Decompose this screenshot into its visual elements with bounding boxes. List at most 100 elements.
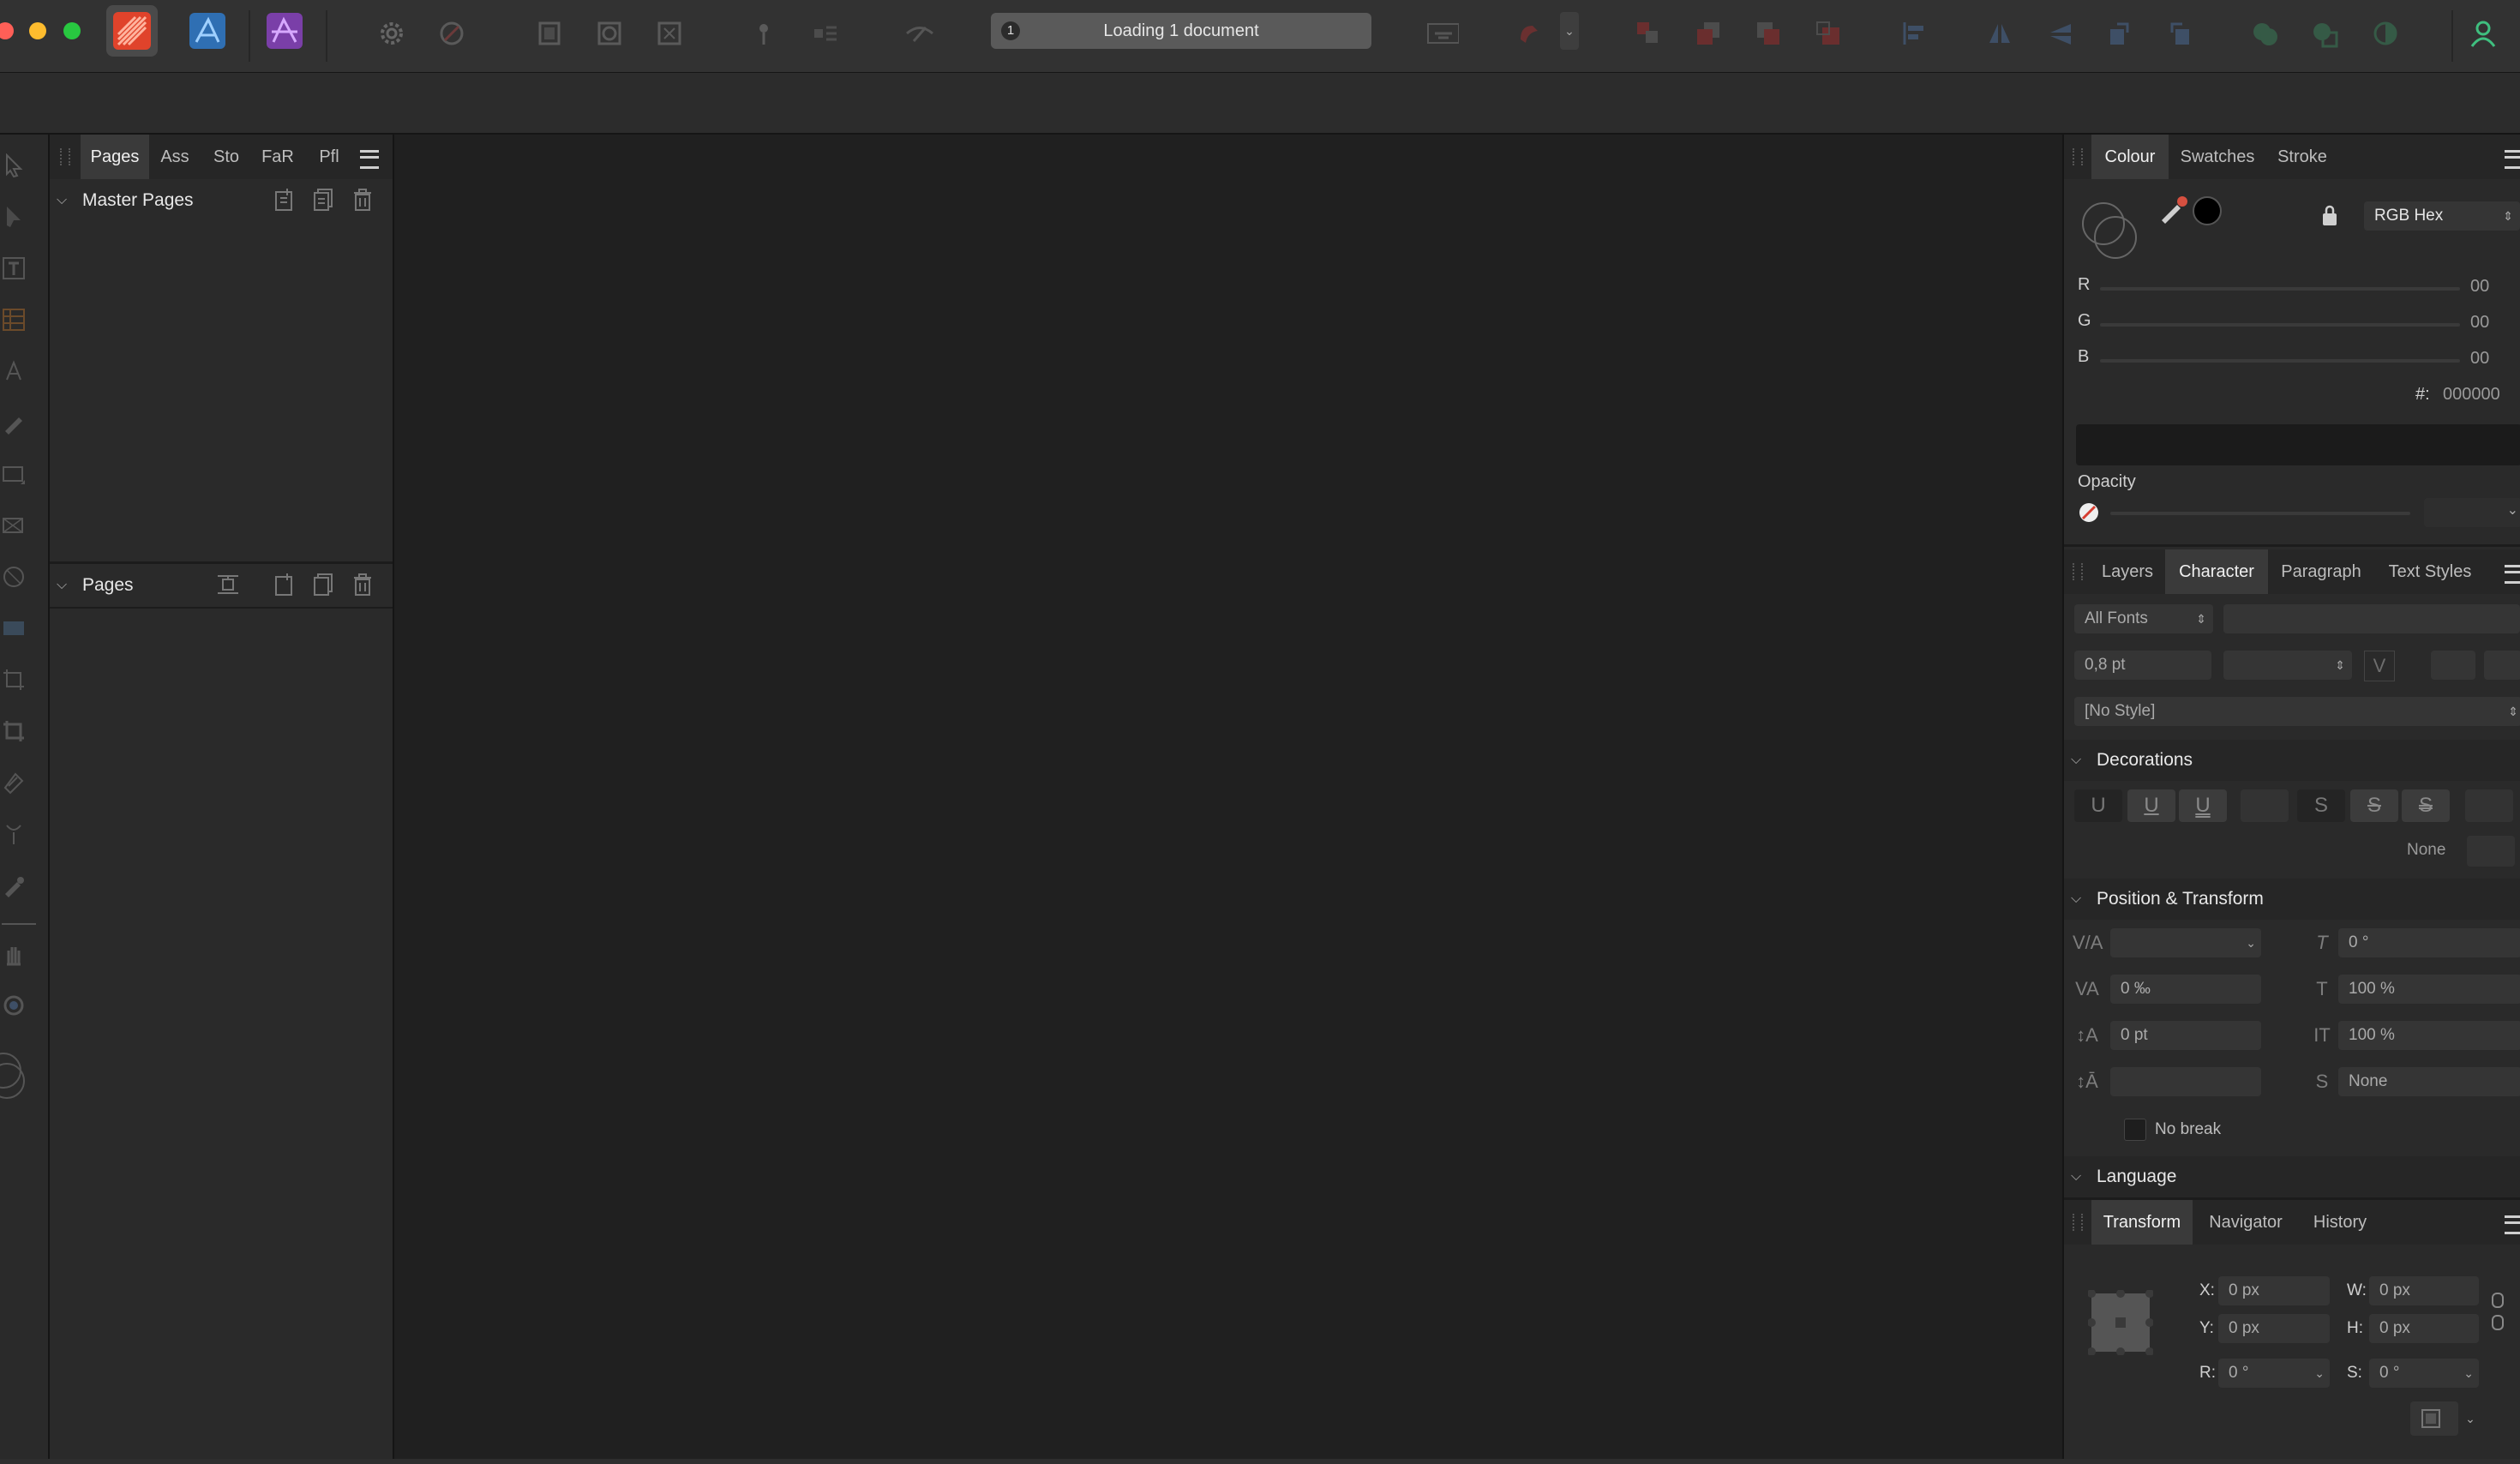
- g-channel-value[interactable]: 00: [2470, 313, 2489, 333]
- tab-transform[interactable]: Transform: [2091, 1200, 2193, 1245]
- no-fill-icon[interactable]: [2078, 501, 2100, 524]
- panel-menu-icon[interactable]: [2505, 150, 2520, 169]
- w-field[interactable]: 0 px: [2369, 1276, 2479, 1305]
- rectangle-tool-icon[interactable]: [0, 460, 27, 488]
- kerning-icon[interactable]: V: [2364, 651, 2395, 681]
- assistant-icon[interactable]: [435, 17, 468, 50]
- boolean-subtract-icon[interactable]: [2309, 17, 2342, 50]
- publisher-persona-button[interactable]: [106, 5, 158, 57]
- pin-icon[interactable]: [747, 17, 780, 50]
- lock-icon[interactable]: [2319, 203, 2340, 227]
- opacity-slider[interactable]: [2110, 512, 2410, 515]
- flip-vertical-icon[interactable]: [2043, 17, 2076, 50]
- fill-stroke-selector-icon[interactable]: [2078, 195, 2146, 263]
- table-tool-icon[interactable]: [0, 306, 27, 333]
- chevron-down-icon[interactable]: ⌵: [57, 179, 67, 222]
- delete-page-icon[interactable]: [351, 573, 374, 597]
- add-page-icon[interactable]: [273, 573, 295, 597]
- delete-master-page-icon[interactable]: [351, 188, 374, 212]
- zoom-tool-icon[interactable]: [0, 992, 27, 1019]
- add-master-page-icon[interactable]: [273, 188, 295, 212]
- underline-none-button[interactable]: U: [2074, 789, 2122, 822]
- tab-find-replace[interactable]: FaR: [252, 135, 303, 179]
- duplicate-page-icon[interactable]: [312, 573, 334, 597]
- document-canvas[interactable]: [394, 135, 2061, 1459]
- arrange-front-icon[interactable]: [1812, 17, 1845, 50]
- view-tool-hand-icon[interactable]: [0, 940, 27, 968]
- highlight-colour-well[interactable]: [2484, 651, 2520, 680]
- arrange-forward-icon[interactable]: [1752, 17, 1785, 50]
- panel-grip-icon[interactable]: [60, 148, 70, 165]
- arrange-back-icon[interactable]: [1632, 17, 1665, 50]
- ellipse-frame-tool-icon[interactable]: [0, 563, 27, 591]
- crop-tool-icon[interactable]: [0, 717, 27, 745]
- panel-grip-icon[interactable]: [2073, 148, 2083, 165]
- transform-origin-button[interactable]: [2410, 1401, 2458, 1436]
- boolean-add-icon[interactable]: [2249, 17, 2282, 50]
- zoom-window-button[interactable]: [63, 22, 81, 39]
- underline-double-button[interactable]: U: [2179, 789, 2227, 822]
- chevron-down-icon[interactable]: ⌵: [57, 564, 67, 607]
- tracking-field[interactable]: 0 ‰: [2110, 975, 2261, 1004]
- decoration-options-well[interactable]: [2467, 836, 2515, 867]
- text-colour-well[interactable]: [2431, 651, 2475, 680]
- font-weight-select[interactable]: ⇕: [2223, 651, 2352, 680]
- colour-mode-select[interactable]: RGB Hex ⇕: [2364, 201, 2520, 231]
- anchor-point-selector[interactable]: [2087, 1289, 2154, 1356]
- tab-paragraph[interactable]: Paragraph: [2270, 549, 2373, 594]
- tab-text-styles[interactable]: Text Styles: [2374, 549, 2486, 594]
- designer-persona-button[interactable]: [182, 5, 233, 57]
- vector-crop-tool-icon[interactable]: [0, 666, 27, 693]
- panel-menu-icon[interactable]: [360, 150, 379, 169]
- y-field[interactable]: 0 px: [2218, 1314, 2330, 1343]
- tab-character[interactable]: Character: [2165, 549, 2268, 594]
- picture-frame-tool-icon[interactable]: [0, 512, 27, 539]
- preview-mode-icon[interactable]: [593, 17, 626, 50]
- link-proportions-icon[interactable]: [2489, 1292, 2506, 1331]
- place-image-tool-icon[interactable]: [0, 615, 27, 642]
- b-channel-slider[interactable]: [2100, 359, 2460, 363]
- duplicate-master-page-icon[interactable]: [312, 188, 334, 212]
- close-window-button[interactable]: [0, 22, 14, 39]
- color-picker-tool-icon[interactable]: [0, 872, 27, 899]
- rotate-right-icon[interactable]: [2163, 17, 2196, 50]
- panel-grip-icon[interactable]: [2073, 1214, 2083, 1231]
- move-tool-icon[interactable]: [0, 152, 27, 179]
- arrange-backward-icon[interactable]: [1692, 17, 1725, 50]
- h-field[interactable]: 0 px: [2369, 1314, 2479, 1343]
- font-family-select[interactable]: [2223, 604, 2520, 633]
- panel-menu-icon[interactable]: [2505, 1215, 2520, 1234]
- no-break-checkbox[interactable]: [2124, 1119, 2146, 1141]
- snapping-options-dropdown[interactable]: ⌄: [1560, 12, 1579, 50]
- kerning-field[interactable]: ⌄: [2110, 928, 2261, 957]
- language-header[interactable]: ⌵ Language: [2064, 1156, 2520, 1197]
- fill-tool-icon[interactable]: [0, 769, 27, 796]
- bleed-mode-icon[interactable]: [653, 17, 686, 50]
- tab-layers[interactable]: Layers: [2091, 549, 2163, 594]
- account-user-icon[interactable]: [2467, 17, 2499, 50]
- pen-tool-icon[interactable]: [0, 409, 27, 436]
- character-style-select[interactable]: [No Style] ⇕: [2074, 697, 2520, 726]
- leading-field[interactable]: [2110, 1067, 2261, 1096]
- shear-field[interactable]: 0 °: [2338, 928, 2520, 957]
- rotation-field[interactable]: 0 ° ⌄: [2218, 1359, 2330, 1388]
- tab-preflight[interactable]: Pfl: [303, 135, 355, 179]
- font-size-field[interactable]: 0,8 pt: [2074, 651, 2211, 680]
- panel-menu-icon[interactable]: [2505, 565, 2520, 584]
- typography-select[interactable]: None: [2338, 1067, 2520, 1096]
- minimize-window-button[interactable]: [29, 22, 46, 39]
- decorations-header[interactable]: ⌵ Decorations: [2064, 740, 2520, 781]
- photo-persona-button[interactable]: [259, 5, 310, 57]
- boolean-intersect-icon[interactable]: [2369, 17, 2402, 50]
- flip-horizontal-icon[interactable]: [1983, 17, 2016, 50]
- snapping-magnet-icon[interactable]: [1512, 17, 1545, 50]
- tab-stroke[interactable]: Stroke: [2266, 135, 2338, 179]
- artistic-text-tool-icon[interactable]: [0, 357, 27, 385]
- view-mode-icon[interactable]: [533, 17, 566, 50]
- tab-navigator[interactable]: Navigator: [2193, 1200, 2299, 1245]
- g-channel-slider[interactable]: [2100, 323, 2460, 327]
- rotate-left-icon[interactable]: [2103, 17, 2136, 50]
- transparency-tool-icon[interactable]: [0, 820, 27, 848]
- strikethrough-double-button[interactable]: S: [2402, 789, 2450, 822]
- baseline-field[interactable]: 0 pt: [2110, 1021, 2261, 1050]
